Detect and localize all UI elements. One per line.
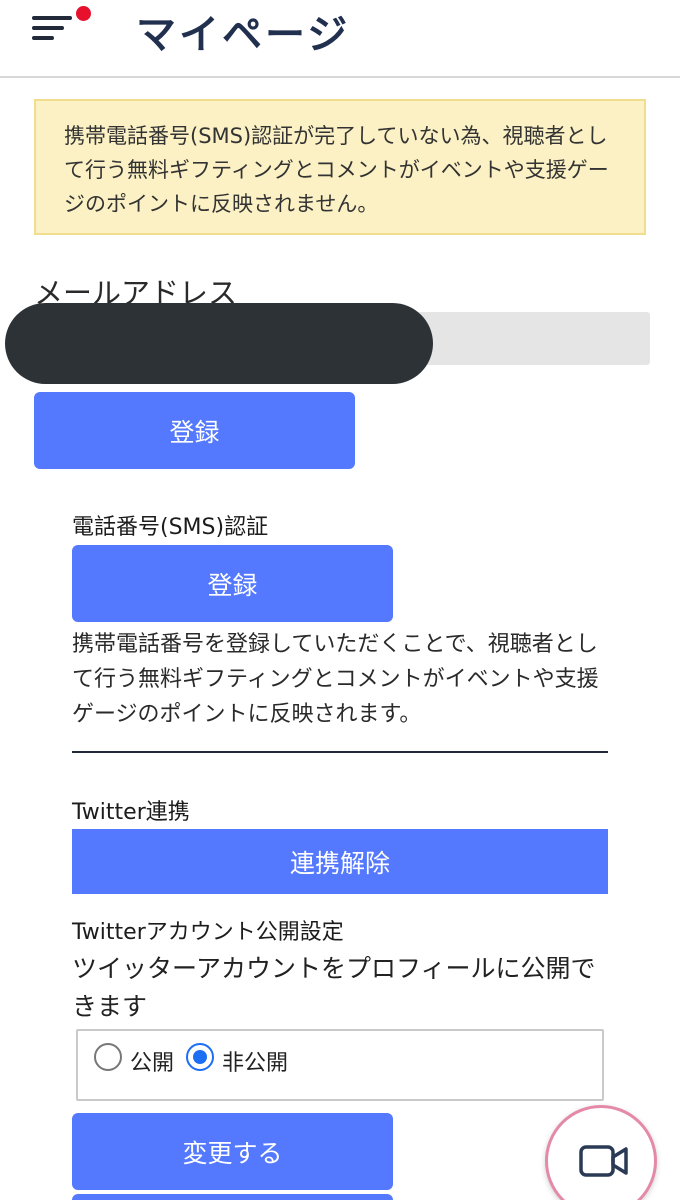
sms-warning-notice: 携帯電話番号(SMS)認証が完了していない為、視聴者として行う無料ギフティングと… <box>34 99 646 235</box>
redaction-overlay <box>5 303 433 384</box>
visibility-radio-group: 公開 非公開 <box>76 1029 604 1101</box>
radio-public[interactable] <box>94 1043 122 1071</box>
menu-bar <box>32 36 54 40</box>
twitter-unlink-button[interactable]: 連携解除 <box>72 829 608 894</box>
my-page: マイページ 携帯電話番号(SMS)認証が完了していない為、視聴者として行う無料ギ… <box>0 0 680 1200</box>
page-title: マイページ <box>136 12 351 58</box>
email-register-button[interactable]: 登録 <box>34 392 355 469</box>
menu-bar <box>32 26 64 30</box>
radio-private[interactable] <box>186 1043 214 1071</box>
menu-bar <box>32 16 72 20</box>
header: マイページ <box>0 0 680 78</box>
video-camera-icon <box>579 1145 628 1177</box>
twitter-link-label: Twitter連携 <box>72 800 190 825</box>
notification-dot <box>76 6 91 21</box>
twitter-visibility-description: ツイッターアカウントをプロフィールに公開できます <box>72 954 596 1021</box>
sms-description: 携帯電話番号を登録していただくことで、視聴者として行う無料ギフティングとコメント… <box>72 632 599 727</box>
radio-public-label[interactable]: 公開 <box>130 1045 174 1077</box>
video-camera-button[interactable] <box>545 1105 657 1200</box>
next-button-partial[interactable] <box>72 1194 393 1200</box>
sms-auth-label: 電話番号(SMS)認証 <box>72 515 269 540</box>
radio-selected-dot <box>193 1050 207 1064</box>
sms-register-button[interactable]: 登録 <box>72 545 393 622</box>
hamburger-menu-icon[interactable] <box>32 6 96 54</box>
change-visibility-button[interactable]: 変更する <box>72 1113 393 1190</box>
radio-private-label[interactable]: 非公開 <box>222 1045 288 1077</box>
twitter-visibility-label: Twitterアカウント公開設定 <box>72 920 344 945</box>
section-divider <box>72 751 608 753</box>
